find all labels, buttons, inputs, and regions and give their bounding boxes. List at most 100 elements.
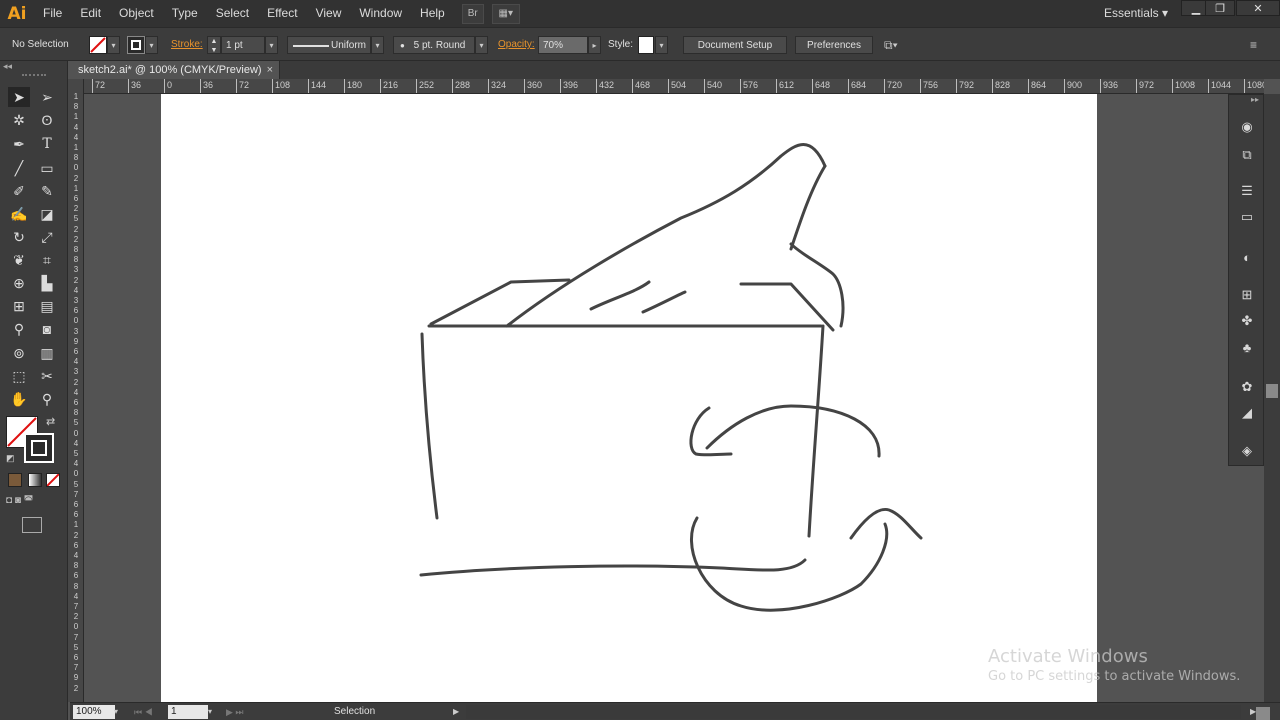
stroke-stepper[interactable]: ▲ ▼ xyxy=(207,36,221,54)
menu-object[interactable]: Object xyxy=(110,0,163,27)
paintbrush-tool-icon[interactable]: ✐ xyxy=(8,181,30,201)
gradient-panel-icon[interactable]: ▭ xyxy=(1237,207,1257,227)
preferences-button[interactable]: Preferences xyxy=(795,36,873,54)
artboard[interactable] xyxy=(161,94,1097,702)
menu-edit[interactable]: Edit xyxy=(71,0,110,27)
swatches-panel-icon[interactable]: ⊞ xyxy=(1237,285,1257,305)
scroll-right-arrow[interactable]: ▶ xyxy=(1250,705,1256,719)
close-button[interactable]: ✕ xyxy=(1236,0,1280,16)
selection-tool-icon[interactable]: ➤ xyxy=(8,87,30,107)
graphic-style-dropdown[interactable]: ▾ xyxy=(655,36,668,54)
shape-builder-tool-icon[interactable]: ⊕ xyxy=(8,273,30,293)
symbol-sprayer-tool-icon[interactable]: ⊚ xyxy=(8,343,30,363)
arrange-icon[interactable]: ⧉▾ xyxy=(884,36,908,54)
lasso-tool-icon[interactable]: ʘ xyxy=(36,110,58,130)
stroke-dropdown[interactable]: ▾ xyxy=(145,36,158,54)
artboard-prev-buttons[interactable]: ⏮ ◀ xyxy=(134,705,164,719)
expand-panels-icon[interactable]: ▸▸ xyxy=(1251,95,1259,104)
stroke-color-box[interactable] xyxy=(24,433,54,463)
fill-swatch[interactable] xyxy=(89,36,107,54)
eraser-tool-icon[interactable]: ◪ xyxy=(36,204,58,224)
gradient-mode-icon[interactable] xyxy=(28,473,42,487)
color-guide-panel-icon[interactable]: ⧉ xyxy=(1237,145,1257,165)
zoom-field[interactable]: 100% xyxy=(73,705,115,719)
free-transform-tool-icon[interactable]: ⌗ xyxy=(36,250,58,270)
eyedropper-tool-icon[interactable]: ⚲ xyxy=(8,319,30,339)
slice-tool-icon[interactable]: ✂ xyxy=(36,366,58,386)
artboard-number-field[interactable]: 1 xyxy=(168,705,208,719)
warp-tool-icon[interactable]: ❦ xyxy=(8,250,30,270)
horizontal-ruler[interactable]: 72 36 0 36 72 108 144 180 216 252 288 324 360 396 432 4… xyxy=(84,79,1264,94)
horizontal-scroll-thumb[interactable] xyxy=(1256,707,1270,720)
stroke-label[interactable]: Stroke: xyxy=(171,36,203,54)
blend-tool-icon[interactable]: ◙ xyxy=(36,319,58,339)
pen-tool-icon[interactable]: ✒ xyxy=(8,134,30,154)
close-document-icon[interactable]: × xyxy=(267,61,273,79)
screen-mode-icon[interactable] xyxy=(22,517,42,533)
menu-view[interactable]: View xyxy=(307,0,351,27)
rectangle-tool-icon[interactable]: ▭ xyxy=(36,158,58,178)
artboard-tool-icon[interactable]: ⬚ xyxy=(8,366,30,386)
symbols-panel-icon[interactable]: ♣ xyxy=(1237,337,1257,357)
swap-fill-stroke-icon[interactable]: ⇄ xyxy=(46,415,55,428)
stroke-panel-icon[interactable]: ☰ xyxy=(1237,181,1257,201)
pencil-tool-icon[interactable]: ✎ xyxy=(36,181,58,201)
artboard-next-buttons[interactable]: ▶ ⏭ xyxy=(226,705,256,719)
gradient-tool-icon[interactable]: ▤ xyxy=(36,296,58,316)
bridge-button[interactable]: Br xyxy=(461,3,484,24)
opacity-field[interactable]: 70% xyxy=(538,36,588,54)
stroke-weight-dropdown[interactable]: ▾ xyxy=(265,36,278,54)
perspective-grid-tool-icon[interactable]: ▙ xyxy=(36,273,58,293)
color-mode-icon[interactable] xyxy=(8,473,22,487)
menu-help[interactable]: Help xyxy=(411,0,454,27)
hand-tool-icon[interactable]: ✋ xyxy=(8,389,30,409)
stroke-swatch[interactable] xyxy=(127,36,145,54)
arrange-documents-button[interactable]: ▦▾ xyxy=(491,3,520,24)
direct-selection-tool-icon[interactable]: ➢ xyxy=(36,87,58,107)
vertical-scroll-thumb[interactable] xyxy=(1266,384,1278,398)
line-tool-icon[interactable]: ╱ xyxy=(8,158,30,178)
brushes-panel-icon[interactable]: ✤ xyxy=(1237,311,1257,331)
sketch-drawing[interactable] xyxy=(161,94,1097,702)
graphic-styles-panel-icon[interactable]: ✿ xyxy=(1237,377,1257,397)
zoom-dropdown[interactable]: ▾ xyxy=(114,705,126,719)
toolbar-grip[interactable] xyxy=(22,74,46,76)
none-mode-icon[interactable] xyxy=(46,473,60,487)
blob-brush-tool-icon[interactable]: ✍ xyxy=(8,204,30,224)
stroke-profile-select[interactable]: Uniform xyxy=(287,36,371,54)
document-setup-button[interactable]: Document Setup xyxy=(683,36,787,54)
canvas-area[interactable] xyxy=(84,94,1228,702)
status-menu-arrow[interactable]: ▶ xyxy=(453,705,459,719)
menu-effect[interactable]: Effect xyxy=(258,0,306,27)
opacity-label[interactable]: Opacity: xyxy=(498,36,535,54)
drawing-modes-icon[interactable]: ◘ ◙ ◚ xyxy=(6,495,62,509)
rotate-tool-icon[interactable]: ↻ xyxy=(8,227,30,247)
color-panel-icon[interactable]: ◉ xyxy=(1237,117,1257,137)
appearance-panel-icon[interactable]: ◢ xyxy=(1237,403,1257,423)
brush-select[interactable]: ● 5 pt. Round xyxy=(393,36,475,54)
column-graph-tool-icon[interactable]: ▥ xyxy=(36,343,58,363)
menu-type[interactable]: Type xyxy=(163,0,207,27)
menu-select[interactable]: Select xyxy=(207,0,258,27)
vertical-scrollbar[interactable] xyxy=(1264,94,1280,702)
default-fill-stroke-icon[interactable]: ◩ xyxy=(6,453,15,464)
magic-wand-tool-icon[interactable]: ✲ xyxy=(8,110,30,130)
stroke-weight-field[interactable]: 1 pt xyxy=(221,36,265,54)
stroke-profile-dropdown[interactable]: ▾ xyxy=(371,36,384,54)
artboard-dropdown[interactable]: ▾ xyxy=(208,705,220,719)
menu-file[interactable]: File xyxy=(34,0,71,27)
horizontal-scrollbar[interactable] xyxy=(466,705,1270,720)
mesh-tool-icon[interactable]: ⊞ xyxy=(8,296,30,316)
graphic-style-swatch[interactable] xyxy=(638,36,654,54)
collapse-toolbar-icon[interactable]: ◂◂ xyxy=(3,61,12,72)
menu-window[interactable]: Window xyxy=(350,0,411,27)
transparency-panel-icon[interactable]: ◐ xyxy=(1237,247,1257,267)
scale-tool-icon[interactable]: ⤢ xyxy=(36,227,58,247)
maximize-button[interactable]: ❐ xyxy=(1205,0,1235,16)
vertical-ruler[interactable]: 1814418021625228832436039643246850454057… xyxy=(68,79,84,702)
type-tool-icon[interactable]: T xyxy=(36,134,58,154)
control-menu-icon[interactable]: ≡ xyxy=(1250,36,1257,54)
layers-panel-icon[interactable]: ◈ xyxy=(1237,441,1257,461)
fill-dropdown[interactable]: ▾ xyxy=(107,36,120,54)
workspace-switcher[interactable]: Essentials ▾ xyxy=(1104,0,1168,27)
